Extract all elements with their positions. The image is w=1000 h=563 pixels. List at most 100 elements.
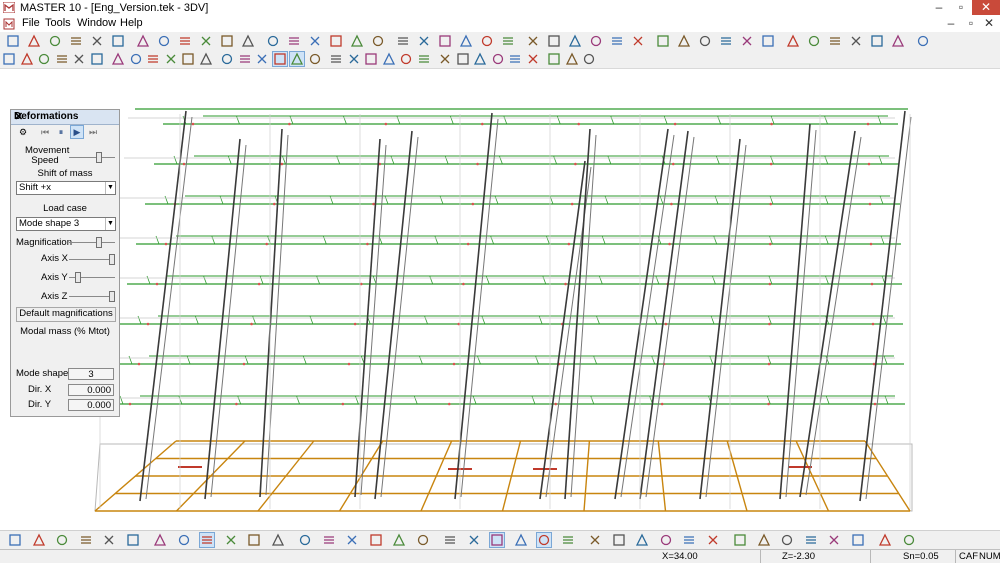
node-icon[interactable] [459,34,473,48]
cube-icon[interactable] [37,52,51,66]
shading-icon[interactable] [111,52,125,66]
zoom-next-icon[interactable] [177,533,191,547]
tools-icon[interactable] [417,34,431,48]
cursor-icon[interactable] [369,533,383,547]
slider-thumb[interactable] [108,291,115,302]
grid-icon[interactable] [220,34,234,48]
select-icon[interactable] [199,34,213,48]
zoom-previous-icon[interactable] [153,533,167,547]
layer-icon[interactable] [392,533,406,547]
box-view-4-icon[interactable] [364,52,378,66]
ortho-icon[interactable] [271,533,285,547]
filter-6-icon[interactable] [757,533,771,547]
results-icon[interactable] [740,34,754,48]
level-4-icon[interactable] [491,52,505,66]
truss-icon[interactable] [698,34,712,48]
magnification-slider[interactable] [69,237,115,248]
menu-window[interactable]: Window [77,17,116,29]
measure-icon[interactable] [178,34,192,48]
maximize-button[interactable]: ▫ [950,0,972,15]
a-text-icon[interactable] [443,533,457,547]
text-icon[interactable] [308,34,322,48]
pause-icon[interactable]: ⏸ [55,126,67,138]
cross-icon[interactable] [891,34,905,48]
model-3d-view[interactable] [0,69,1000,530]
printer-icon[interactable] [916,34,930,48]
filter-12-icon[interactable] [902,533,916,547]
fit-icon[interactable] [870,34,884,48]
arrow-right-icon[interactable] [526,52,540,66]
box-view-1-icon[interactable] [308,52,322,66]
level-2-icon[interactable] [456,52,470,66]
slider-thumb[interactable] [96,237,103,248]
front-view-icon[interactable] [55,52,69,66]
angle-icon[interactable] [322,533,336,547]
axis-x-slider[interactable] [69,254,115,265]
cross-box-icon[interactable] [536,532,552,548]
support-icon[interactable] [329,34,343,48]
perspective-icon[interactable] [289,51,305,67]
load-symbols-icon[interactable] [238,52,252,66]
rotate-icon[interactable] [589,34,603,48]
filter-8-icon[interactable] [804,533,818,547]
box-view-5-icon[interactable] [382,52,396,66]
zoom-in-icon[interactable] [79,533,93,547]
skip-start-icon[interactable]: ⏮ [39,126,51,138]
gear-icon[interactable] [438,34,452,48]
filter-9-icon[interactable] [827,533,841,547]
document-icon[interactable] [3,18,15,30]
axis-z-slider[interactable] [69,291,115,302]
hinge-icon[interactable] [610,34,624,48]
movement-speed-slider[interactable] [69,152,115,163]
arrow-left-icon[interactable] [508,52,522,66]
grab-icon[interactable] [345,533,359,547]
zoom-window-icon[interactable] [126,533,140,547]
support-symbols-icon[interactable] [255,52,269,66]
child-minimize-button[interactable]: – [940,16,962,30]
wall-icon[interactable] [396,34,410,48]
redo-icon[interactable] [32,533,46,547]
frame-icon[interactable] [677,34,691,48]
render-icon[interactable] [20,52,34,66]
node-numbers-icon[interactable] [181,52,195,66]
level-3-icon[interactable] [473,52,487,66]
box-view-3-icon[interactable] [347,52,361,66]
copy-layer-icon[interactable] [416,533,430,547]
line-icon[interactable] [241,34,255,48]
refresh-icon[interactable] [224,533,238,547]
check-icon[interactable] [807,34,821,48]
settings-icon[interactable]: ⚙ [17,126,29,138]
arc-icon[interactable] [287,34,301,48]
wireframe-icon[interactable] [164,52,178,66]
reinforcement-icon[interactable] [786,34,800,48]
mouse-icon[interactable] [588,533,602,547]
filter-11-icon[interactable] [878,533,892,547]
pan-hand-icon[interactable] [828,34,842,48]
print-icon[interactable] [111,34,125,48]
minimize-button[interactable]: – [928,0,950,15]
snap-icon[interactable] [247,533,261,547]
filter-2-icon[interactable] [659,533,673,547]
diagram-icon[interactable] [761,34,775,48]
structure-icon[interactable] [69,34,83,48]
plate-icon[interactable] [656,34,670,48]
close-window-button[interactable]: ✕ [972,0,1000,15]
export-icon[interactable] [157,34,171,48]
element-icon[interactable] [480,34,494,48]
menu-file[interactable]: File [22,17,40,29]
mirror-icon[interactable] [568,34,582,48]
info-icon[interactable] [55,533,69,547]
filter-3-icon[interactable] [682,533,696,547]
box-view-2-icon[interactable] [329,52,343,66]
slider-thumb[interactable] [96,152,103,163]
axis-y-slider[interactable] [69,272,115,283]
shift-of-mass-select[interactable]: Shift +x ▼ [16,181,116,195]
new-file-icon[interactable] [6,34,20,48]
play-icon[interactable]: ▶ [70,125,84,139]
deformed-shape-icon[interactable] [271,51,288,67]
level-1-icon[interactable] [438,52,452,66]
beam-icon[interactable] [350,34,364,48]
skip-end-icon[interactable]: ⏭ [87,126,99,138]
distance-icon[interactable] [298,533,312,547]
save-icon[interactable] [48,34,62,48]
